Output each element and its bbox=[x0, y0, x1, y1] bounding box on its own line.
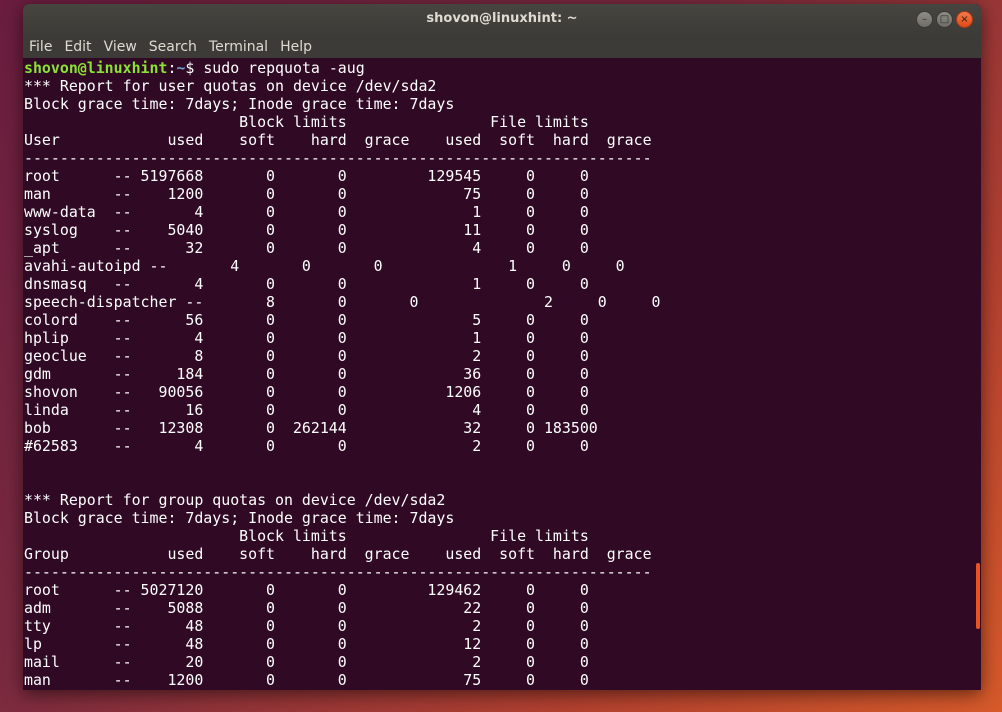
output-line: *** Report for user quotas on device /de… bbox=[24, 77, 437, 95]
output-line: www-data -- 4 0 0 1 0 0 bbox=[24, 203, 589, 221]
output-line: Block grace time: 7days; Inode grace tim… bbox=[24, 95, 455, 113]
close-icon: × bbox=[960, 13, 969, 25]
output-line: man -- 1200 0 0 75 0 0 bbox=[24, 671, 589, 689]
output-line: shovon -- 90056 0 0 1206 0 0 bbox=[24, 383, 589, 401]
output-line: speech-dispatcher -- 8 0 0 2 0 0 bbox=[24, 293, 661, 311]
output-line: Block grace time: 7days; Inode grace tim… bbox=[24, 509, 455, 527]
close-button[interactable]: × bbox=[956, 11, 973, 28]
output-line: bob -- 12308 0 262144 32 0 183500 bbox=[24, 419, 598, 437]
terminal-content-area[interactable]: shovon@linuxhint:~$ sudo repquota -aug *… bbox=[23, 58, 981, 690]
output-line: root -- 5197668 0 0 129545 0 0 bbox=[24, 167, 589, 185]
prompt-symbol: $ bbox=[185, 59, 204, 77]
output-line: _apt -- 32 0 0 4 0 0 bbox=[24, 239, 589, 257]
output-line: root -- 5027120 0 0 129462 0 0 bbox=[24, 581, 589, 599]
output-line: mail -- 20 0 0 2 0 0 bbox=[24, 653, 589, 671]
output-line: dnsmasq -- 4 0 0 1 0 0 bbox=[24, 275, 589, 293]
output-line: linda -- 16 0 0 4 0 0 bbox=[24, 401, 589, 419]
output-line: Group used soft hard grace used soft har… bbox=[24, 545, 652, 563]
menu-edit[interactable]: Edit bbox=[58, 36, 97, 58]
command-output: *** Report for user quotas on device /de… bbox=[24, 77, 661, 689]
menu-file[interactable]: File bbox=[23, 36, 58, 58]
output-line: man -- 1200 0 0 75 0 0 bbox=[24, 185, 589, 203]
output-line: colord -- 56 0 0 5 0 0 bbox=[24, 311, 589, 329]
menu-bar: File Edit View Search Terminal Help bbox=[23, 36, 981, 58]
minimize-icon: – bbox=[922, 13, 927, 25]
output-line: User used soft hard grace used soft hard… bbox=[24, 131, 652, 149]
output-line: adm -- 5088 0 0 22 0 0 bbox=[24, 599, 589, 617]
output-line: lp -- 48 0 0 12 0 0 bbox=[24, 635, 589, 653]
output-line: #62583 -- 4 0 0 2 0 0 bbox=[24, 437, 589, 455]
window-title: shovon@linuxhint: ~ bbox=[426, 11, 578, 26]
maximize-icon: □ bbox=[939, 13, 950, 25]
output-line: ----------------------------------------… bbox=[24, 563, 652, 581]
menu-terminal[interactable]: Terminal bbox=[203, 36, 274, 58]
output-line: geoclue -- 8 0 0 2 0 0 bbox=[24, 347, 589, 365]
output-line: ----------------------------------------… bbox=[24, 149, 652, 167]
prompt-command: sudo repquota -aug bbox=[203, 59, 365, 77]
output-line: *** Report for group quotas on device /d… bbox=[24, 491, 446, 509]
title-bar[interactable]: shovon@linuxhint: ~ – □ × bbox=[23, 4, 981, 36]
menu-search[interactable]: Search bbox=[143, 36, 203, 58]
output-line: tty -- 48 0 0 2 0 0 bbox=[24, 617, 589, 635]
desktop-background: shovon@linuxhint: ~ – □ × File Edit View… bbox=[0, 0, 1002, 712]
menu-help[interactable]: Help bbox=[274, 36, 318, 58]
minimize-button[interactable]: – bbox=[916, 11, 933, 28]
maximize-button[interactable]: □ bbox=[936, 11, 953, 28]
output-line: avahi-autoipd -- 4 0 0 1 0 0 bbox=[24, 257, 625, 275]
output-line: Block limits File limits bbox=[24, 527, 589, 545]
output-line: Block limits File limits bbox=[24, 113, 589, 131]
terminal-window: shovon@linuxhint: ~ – □ × File Edit View… bbox=[23, 4, 981, 690]
output-line: hplip -- 4 0 0 1 0 0 bbox=[24, 329, 589, 347]
terminal-output: shovon@linuxhint:~$ sudo repquota -aug *… bbox=[24, 59, 661, 689]
output-line: gdm -- 184 0 0 36 0 0 bbox=[24, 365, 589, 383]
menu-view[interactable]: View bbox=[98, 36, 143, 58]
window-controls: – □ × bbox=[916, 11, 973, 28]
scrollbar-thumb[interactable] bbox=[976, 563, 980, 629]
prompt-user-host: shovon@linuxhint bbox=[24, 59, 168, 77]
output-line: syslog -- 5040 0 0 11 0 0 bbox=[24, 221, 589, 239]
